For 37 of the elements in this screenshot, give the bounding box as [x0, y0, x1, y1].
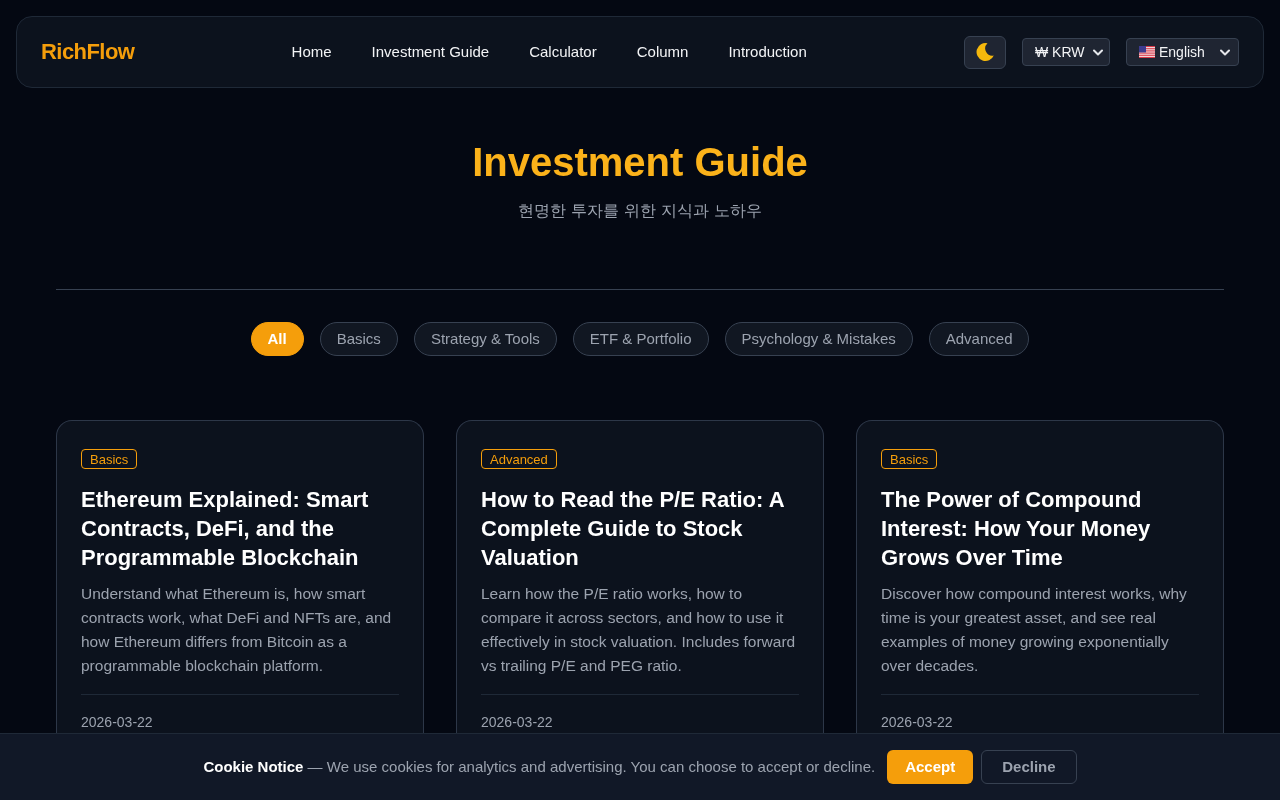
theme-toggle-button[interactable] [964, 35, 1006, 69]
category-filter-tab[interactable]: ETF & Portfolio [572, 322, 709, 356]
article-date: 2026-03-22 [81, 713, 154, 732]
category-tag: Advanced [481, 449, 557, 469]
article-title[interactable]: How to Read the P/E Ratio: A Complete Guide to Stock Valuation [481, 485, 799, 572]
nav-link[interactable]: Home [291, 42, 332, 62]
nav-link[interactable]: Introduction [728, 42, 807, 62]
nav-link[interactable]: Calculator [529, 42, 597, 62]
cookie-notice-text: Cookie Notice — We use cookies for analytics and advertising. You can choose to accept or decline. [203, 756, 876, 777]
decline-button[interactable]: Decline [981, 750, 1077, 784]
category-filter-tab[interactable]: Strategy & Tools [413, 322, 557, 356]
category-filter-tab[interactable]: Advanced [928, 322, 1030, 356]
page-title: Investment Guide [472, 139, 808, 186]
article-card[interactable] [56, 420, 424, 733]
article-description: Discover how compound interest works, why time is your greatest asset, and see real examples of money growing exponentially over decades. [881, 584, 1188, 676]
article-description: Learn how the P/E ratio works, how to compare it across sectors, and how to use it effectively in stock valuation. Includes forward vs trailing P/E and PEG ratio. [481, 584, 797, 676]
currency-select[interactable]: ₩ KRW [1022, 38, 1110, 66]
article-date: 2026-03-22 [481, 713, 554, 732]
article-description: Understand what Ethereum is, how smart contracts work, what DeFi and NFTs are, and how Ethereum differs from Bitcoin as a programmable blockchain platform. [81, 584, 393, 676]
article-title[interactable]: The Power of Compound Interest: How Your Money Grows Over Time [881, 485, 1199, 572]
article-title[interactable]: Ethereum Explained: Smart Contracts, DeFi, and the Programmable Blockchain [81, 485, 399, 572]
nav-link[interactable]: Column [636, 42, 689, 62]
chevron-down-icon [1220, 48, 1230, 56]
flag-icon [1139, 46, 1155, 58]
article-date: 2026-03-22 [881, 713, 954, 732]
chevron-down-icon [1092, 48, 1103, 56]
nav-link[interactable]: Investment Guide [371, 42, 490, 62]
category-filter-tab[interactable]: Psychology & Mistakes [724, 322, 913, 356]
language-select[interactable]: English [1126, 38, 1239, 66]
page-subtitle: 현명한 투자를 위한 지식과 노하우 [517, 200, 763, 222]
category-tag: Basics [81, 449, 138, 469]
article-card[interactable] [456, 420, 824, 733]
category-tag: Basics [881, 449, 938, 469]
moon-icon [975, 42, 995, 62]
site-logo[interactable]: RichFlow [41, 41, 135, 63]
article-card[interactable] [856, 420, 1224, 733]
category-filter-tab[interactable]: Basics [319, 322, 398, 356]
